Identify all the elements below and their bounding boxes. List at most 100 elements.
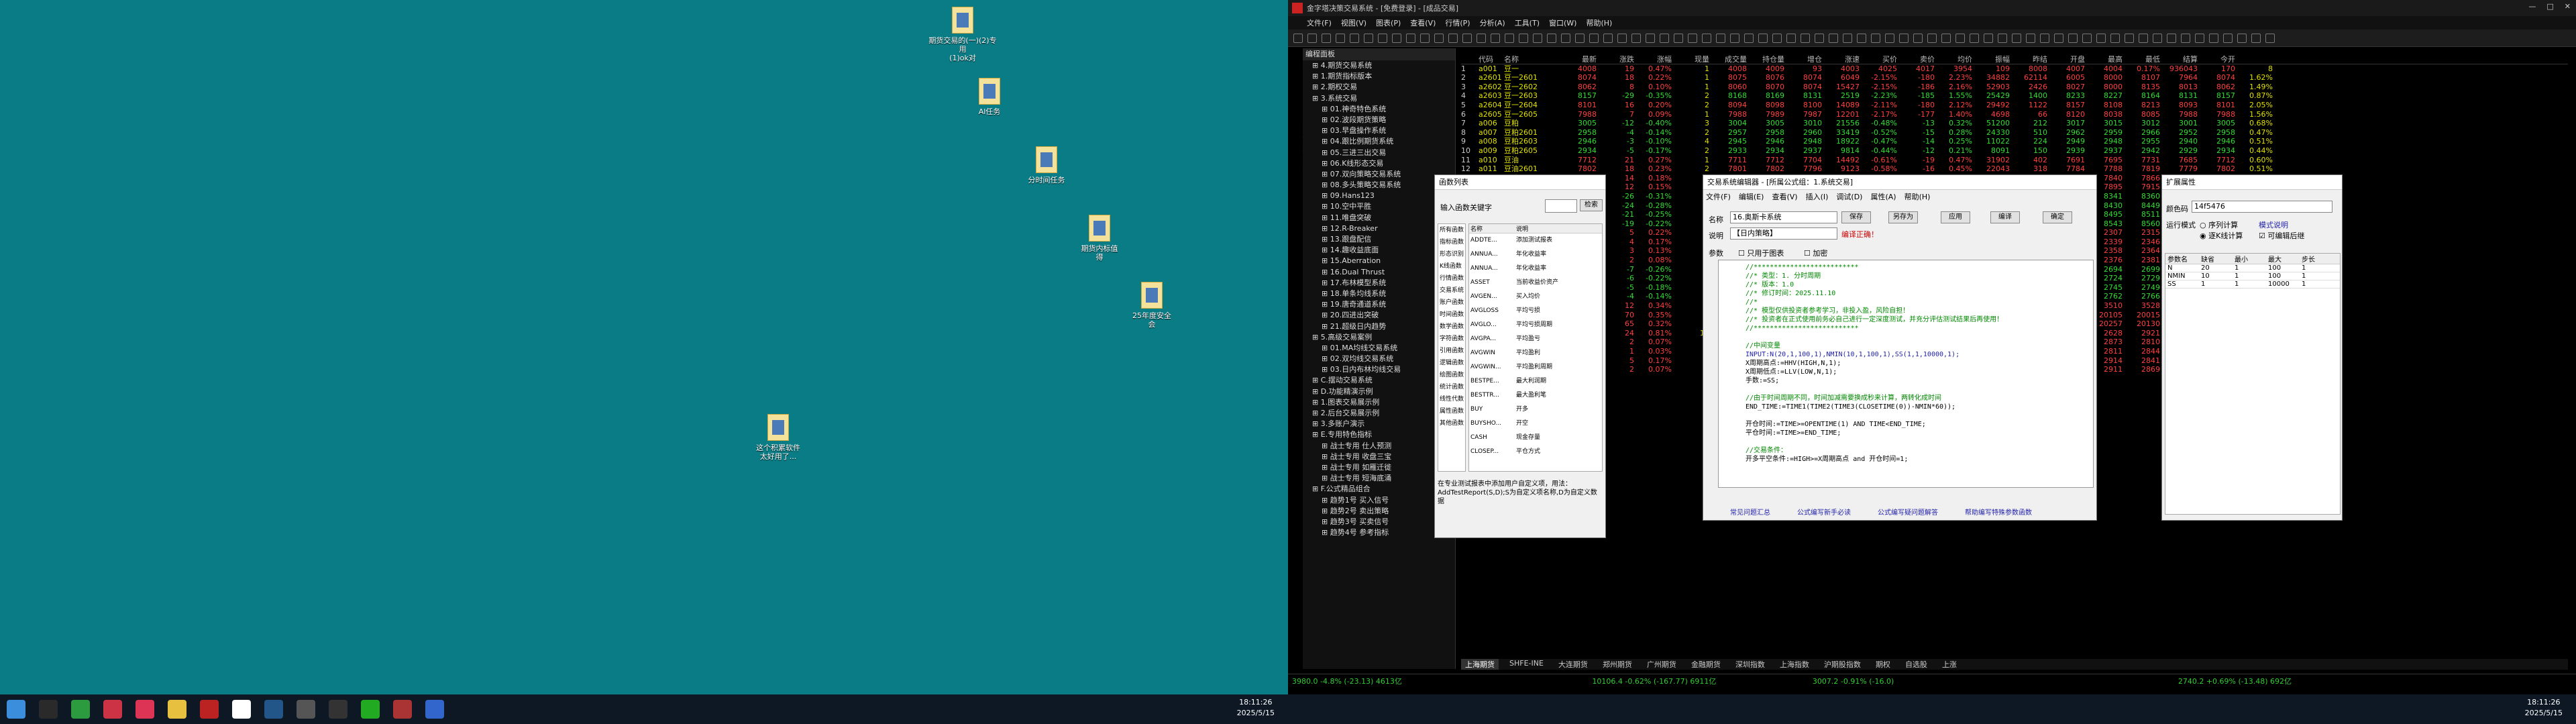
toolbar-icon[interactable]	[1561, 33, 1570, 43]
wechat-icon[interactable]	[361, 700, 380, 719]
save-as-button[interactable]: 另存为	[1888, 211, 1918, 223]
category-item[interactable]: 行情函数	[1438, 272, 1465, 285]
column-header[interactable]: 开盘	[2047, 55, 2085, 64]
params-table[interactable]: 参数名 缺省 最小 最大 步长 N 20 1 100 1 NMIN 10 1 100 1 SS 1 1 10000 1	[2165, 253, 2341, 515]
toolbar-icon[interactable]	[1772, 33, 1782, 43]
mode-help-link[interactable]: 模式说明	[2259, 219, 2288, 230]
toolbar-icon[interactable]	[1392, 33, 1401, 43]
table-row[interactable]: 3 a2602 豆一2602 8062 8 0.10% 1 8060 8070 8074 15427…	[1461, 83, 2568, 92]
toolbar-icon[interactable]	[2110, 33, 2120, 43]
toolbar-icon[interactable]	[1322, 33, 1331, 43]
tree-item[interactable]: ⊞ 19.唐奇通道系统	[1303, 299, 1455, 310]
tree-item[interactable]: ⊞ 03.日内布林均线交易	[1303, 364, 1455, 375]
app-icon[interactable]	[297, 700, 315, 719]
desc-field[interactable]: 【日内策略】	[1730, 227, 1837, 240]
toolbar-icon[interactable]	[1801, 33, 1810, 43]
toolbar-icon[interactable]	[1941, 33, 1951, 43]
tree-item[interactable]: ⊞ 01.神奇特色系统	[1303, 104, 1455, 115]
market-tab[interactable]: 郑州期货	[1599, 659, 1636, 670]
help-link[interactable]: 帮助编写特殊参数函数	[1965, 507, 2032, 517]
toolbar-icon[interactable]	[1589, 33, 1599, 43]
menu-item[interactable]: 查看(V)	[1772, 191, 1797, 202]
column-header[interactable]: 成交量	[1709, 55, 1747, 64]
tree-item[interactable]: ⊞ 3.系统交易	[1303, 93, 1455, 104]
menu-item[interactable]: 编辑(E)	[1739, 191, 1764, 202]
tree-item[interactable]: ⊞ 13.跟盘配信	[1303, 234, 1455, 245]
function-item[interactable]: AVGLOSS 平均亏损	[1469, 304, 1602, 318]
toolbar-icon[interactable]	[1913, 33, 1923, 43]
toolbar-icon[interactable]	[2223, 33, 2233, 43]
market-tab[interactable]: 金融期货	[1687, 659, 1725, 670]
toolbar-icon[interactable]	[2139, 33, 2148, 43]
toolbar-icon[interactable]	[1970, 33, 1979, 43]
function-item[interactable]: CLOSEP... 平仓方式	[1469, 445, 1602, 459]
tree-item[interactable]: ⊞ 15.Aberration	[1303, 256, 1455, 266]
menu-item[interactable]: 分析(A)	[1480, 17, 1505, 28]
market-tab[interactable]: 大连期货	[1554, 659, 1592, 670]
toolbar-icon[interactable]	[1885, 33, 1894, 43]
category-item[interactable]: K线函数	[1438, 260, 1465, 272]
category-item[interactable]: 账户函数	[1438, 297, 1465, 309]
column-header[interactable]: 昨结	[2010, 55, 2047, 64]
toolbar-icon[interactable]	[1998, 33, 2007, 43]
desktop-icon[interactable]: Al任务	[953, 78, 1026, 116]
radio-bar[interactable]: ◉ 逐K线计算	[2200, 230, 2243, 241]
toolbar-icon[interactable]	[1505, 33, 1514, 43]
toolbar-icon[interactable]	[1378, 33, 1387, 43]
toolbar-icon[interactable]	[2040, 33, 2049, 43]
params-cell[interactable]: SS	[2165, 280, 2199, 288]
ok-button[interactable]: 确定	[2043, 211, 2072, 223]
toolbar-icon[interactable]	[2181, 33, 2190, 43]
toolbar-icon[interactable]	[1448, 33, 1458, 43]
column-header[interactable]: 名称	[1504, 55, 1559, 64]
tree-item[interactable]: ⊞ 4.期货交易系统	[1303, 60, 1455, 71]
market-tab[interactable]: 深圳指数	[1731, 659, 1769, 670]
maximize-icon[interactable]: □	[2546, 2, 2553, 11]
toolbar-icon[interactable]	[2167, 33, 2176, 43]
toolbar-icon[interactable]	[1420, 33, 1430, 43]
name-field[interactable]: 16.奥斯卡系统	[1730, 211, 1837, 223]
category-item[interactable]: 数学函数	[1438, 321, 1465, 333]
toolbar-icon[interactable]	[1631, 33, 1641, 43]
function-item[interactable]: ASSET 当前收益价资产	[1469, 276, 1602, 290]
category-item[interactable]: 时间函数	[1438, 309, 1465, 321]
params-cell[interactable]: 100	[2266, 272, 2300, 280]
market-tab[interactable]: 期权	[1872, 659, 1894, 670]
toolbar-icon[interactable]	[1857, 33, 1866, 43]
toolbar-icon[interactable]	[1617, 33, 1627, 43]
help-link[interactable]: 公式编写新手必读	[1797, 507, 1851, 517]
toolbar-icon[interactable]	[1716, 33, 1725, 43]
params-row[interactable]: SS 1 1 10000 1	[2165, 280, 2340, 289]
tree-item[interactable]: ⊞ 1.期货指标版本	[1303, 71, 1455, 82]
category-item[interactable]: 其他函数	[1438, 417, 1465, 429]
menu-item[interactable]: 行情(P)	[1445, 17, 1470, 28]
toolbar-icon[interactable]	[1364, 33, 1373, 43]
tree-item[interactable]: ⊞ 趋势1号 买入信号	[1303, 495, 1455, 506]
tree-item[interactable]: ⊞ 5.高级交易案例	[1303, 332, 1455, 343]
market-tab[interactable]: 上海期货	[1461, 659, 1499, 670]
toolbar-icon[interactable]	[1307, 33, 1317, 43]
params-cell[interactable]: 1	[2233, 280, 2266, 288]
toolbar-icon[interactable]	[2251, 33, 2261, 43]
toolbar-icon[interactable]	[1533, 33, 1542, 43]
toolbar-icon[interactable]	[2237, 33, 2247, 43]
tree-item[interactable]: ⊞ 16.Dual Thrust	[1303, 267, 1455, 278]
tree-item[interactable]: ⊞ 08.多头策略交易系统	[1303, 180, 1455, 191]
help-link[interactable]: 常见问题汇总	[1730, 507, 1770, 517]
market-tab[interactable]: 上海指数	[1776, 659, 1813, 670]
toolbar-icon[interactable]	[2054, 33, 2063, 43]
tree-item[interactable]: ⊞ 20.四进出突破	[1303, 310, 1455, 321]
windows-start-icon[interactable]	[7, 700, 25, 719]
column-header[interactable]: 代码	[1479, 55, 1504, 64]
column-header[interactable]: 现量	[1672, 55, 1709, 64]
tree-item[interactable]: ⊞ 趋势2号 卖出策略	[1303, 506, 1455, 517]
column-header[interactable]: 今开	[2198, 55, 2235, 64]
params-cell[interactable]: 100	[2266, 264, 2300, 272]
tree-item[interactable]: ⊞ 02.双均线交易系统	[1303, 354, 1455, 364]
color-field[interactable]: 14f5476	[2192, 201, 2332, 213]
app-icon[interactable]	[71, 700, 90, 719]
toolbar-icon[interactable]	[1899, 33, 1909, 43]
toolbar-icon[interactable]	[1434, 33, 1444, 43]
tree-item[interactable]: ⊞ D.功能精演示例	[1303, 386, 1455, 397]
category-item[interactable]: 字符函数	[1438, 333, 1465, 345]
